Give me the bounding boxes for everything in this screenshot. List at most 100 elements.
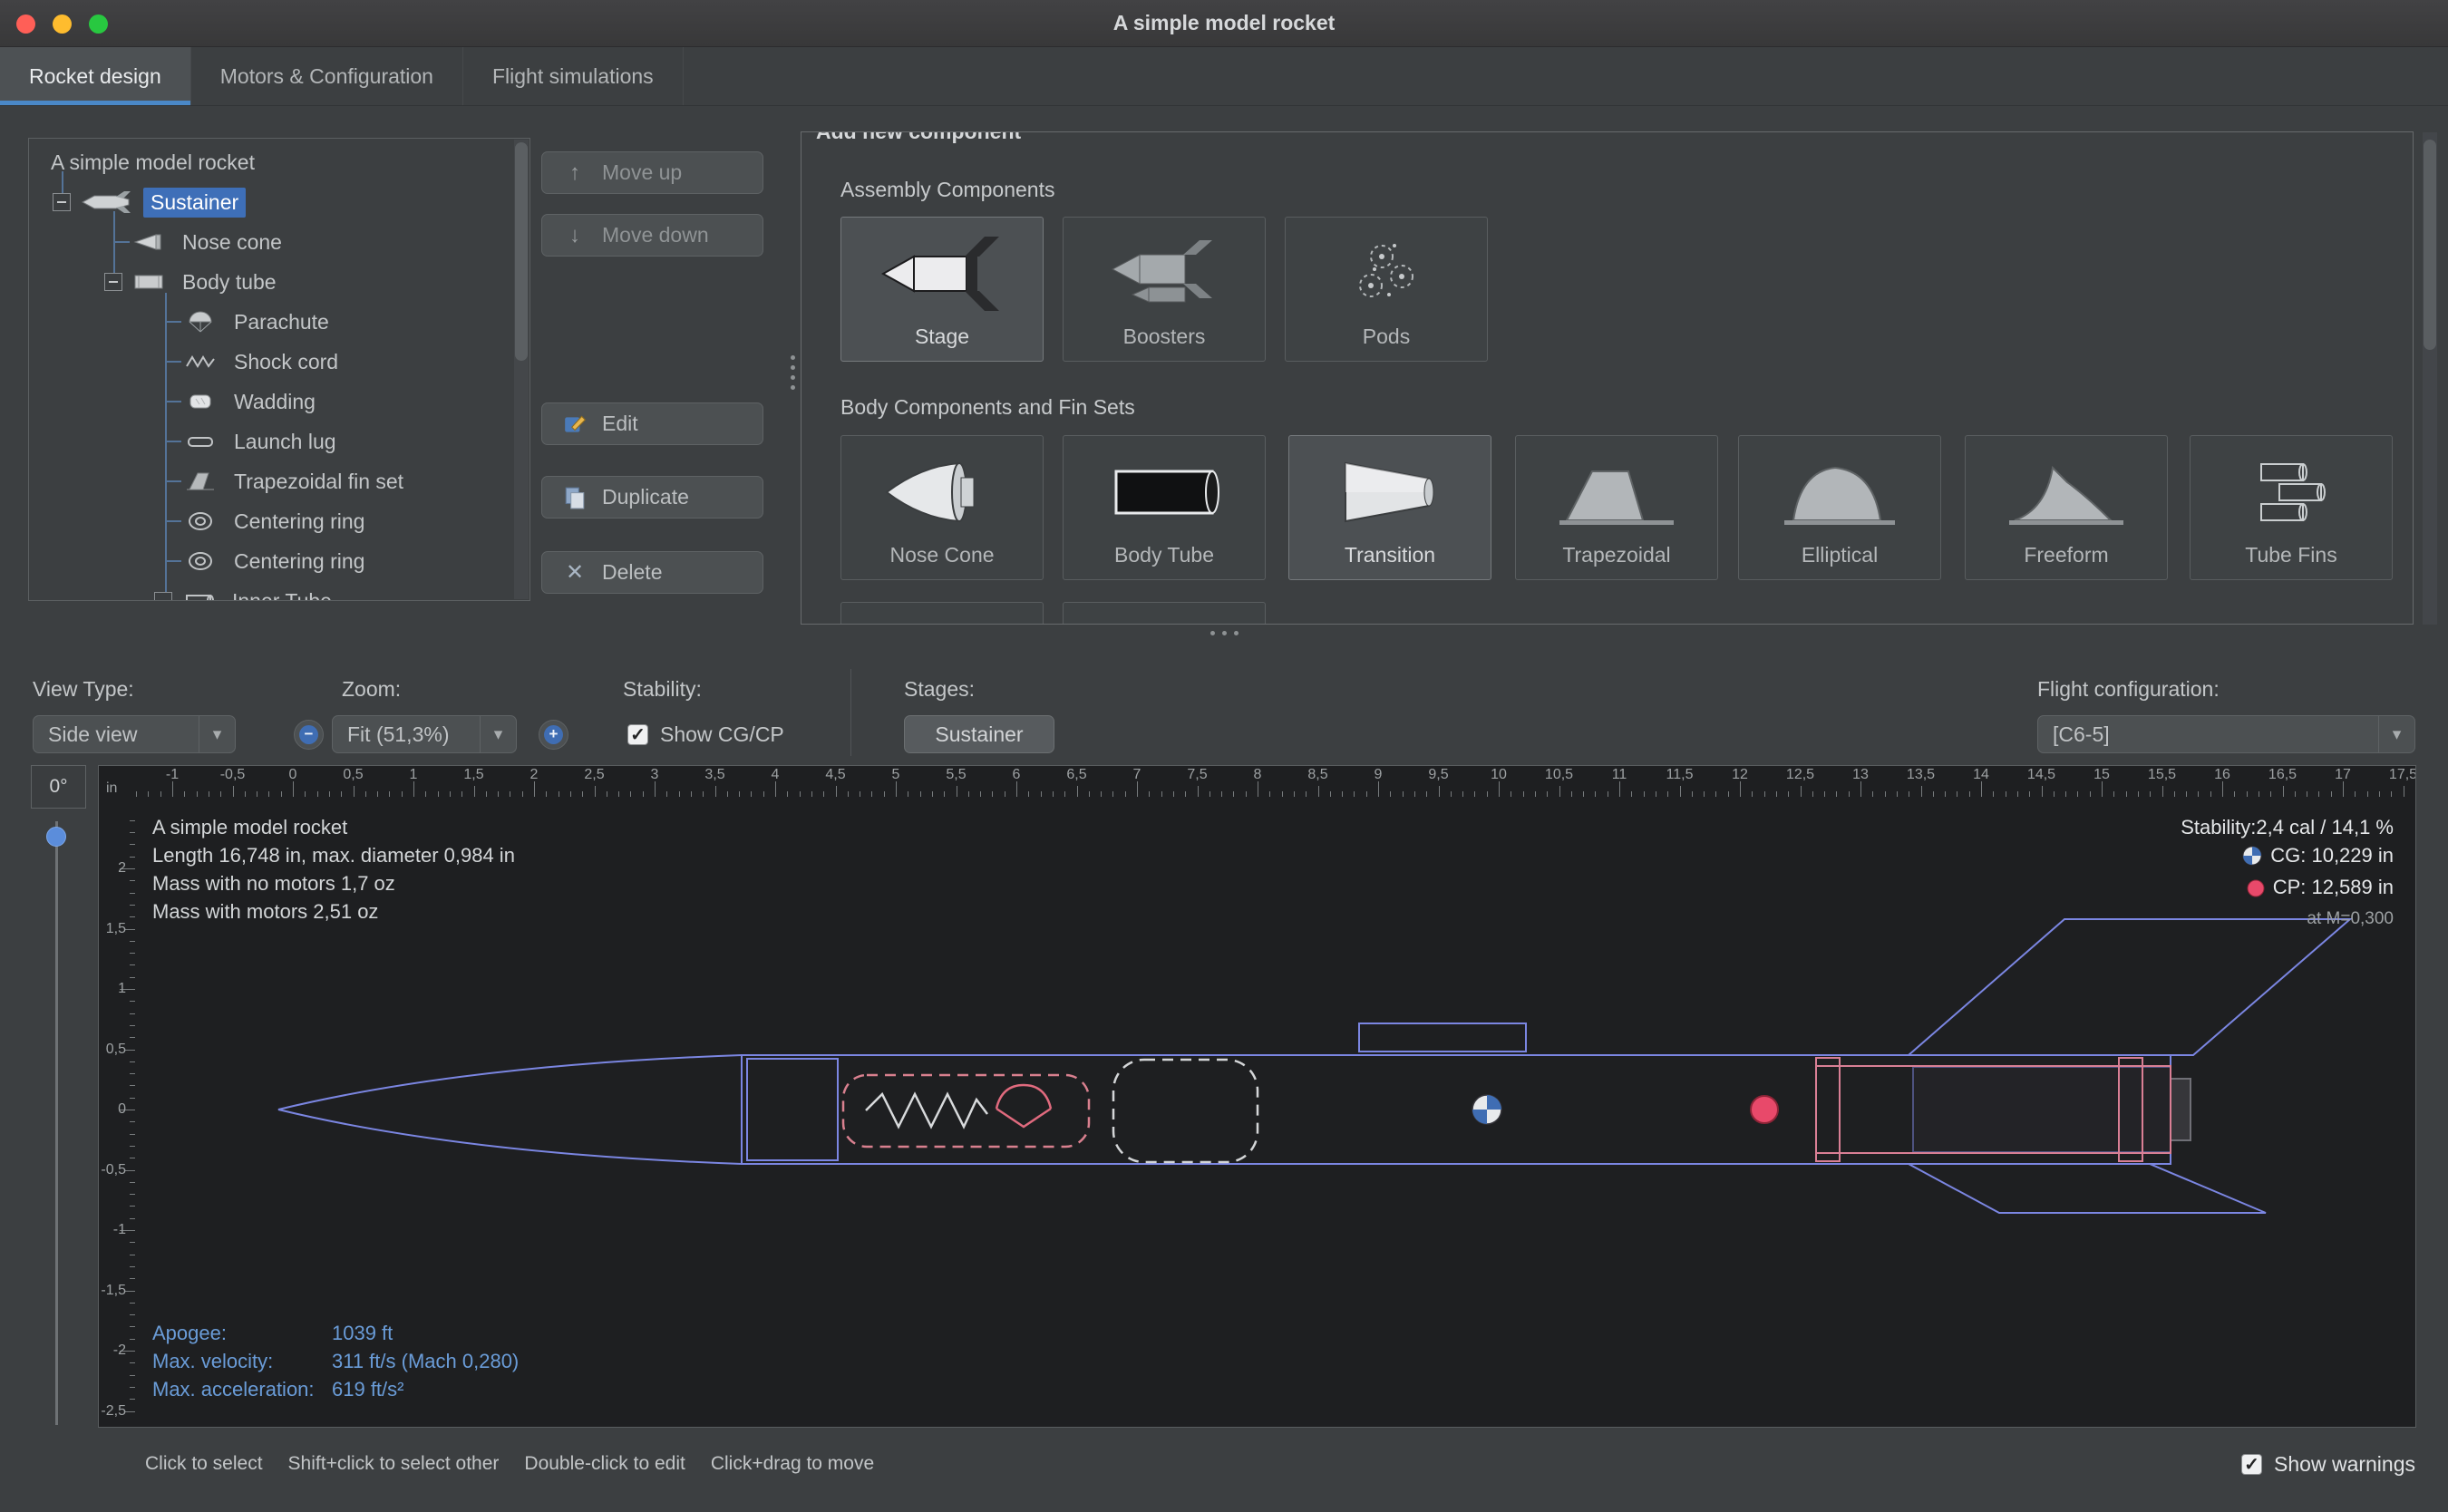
show-warnings-label: Show warnings	[2274, 1452, 2415, 1477]
tree-scrollbar-thumb[interactable]	[515, 142, 528, 361]
delete-button[interactable]: ✕ Delete	[541, 551, 763, 594]
cg-value: CG: 10,229 in	[2270, 844, 2394, 867]
transition-icon	[1289, 447, 1491, 538]
tree-item-shock-cord[interactable]: Shock cord	[29, 342, 510, 382]
add-stage-button[interactable]: Stage	[840, 217, 1044, 362]
shock-cord-icon	[185, 350, 216, 373]
show-cgcp-label: Show CG/CP	[660, 722, 784, 747]
stability-label: Stability:	[623, 677, 702, 702]
assembly-components-label: Assembly Components	[840, 178, 1055, 202]
flight-configuration-label: Flight configuration:	[2037, 677, 2220, 702]
tree-item-fin-set[interactable]: Trapezoidal fin set	[29, 461, 510, 501]
stage-icon	[841, 228, 1043, 319]
collapse-icon[interactable]	[154, 592, 172, 601]
component-tree: A simple model rocket Sustainer Nose con…	[28, 138, 530, 601]
add-transition-button[interactable]: Transition	[1288, 435, 1491, 580]
window-title: A simple model rocket	[1113, 11, 1336, 35]
zoom-in-button[interactable]: +	[539, 720, 568, 750]
status-bar: Click to select Shift+click to select ot…	[0, 1437, 2448, 1491]
move-down-button[interactable]: ↓ Move down	[541, 214, 763, 257]
close-window-icon[interactable]	[16, 15, 35, 34]
zoom-dropdown[interactable]: Fit (51,3%) ▾	[332, 715, 517, 753]
cp-icon	[2247, 877, 2265, 905]
add-tube-fins-button[interactable]: Tube Fins	[2190, 435, 2393, 580]
tree-item-centering-ring-2[interactable]: Centering ring	[29, 541, 510, 581]
cp-value: CP: 12,589 in	[2273, 876, 2394, 898]
splitter-handle-vertical[interactable]	[791, 355, 795, 390]
add-trapezoidal-fin-button[interactable]: Trapezoidal	[1515, 435, 1718, 580]
chevron-down-icon: ▾	[2378, 716, 2414, 752]
component-tile-partial[interactable]	[840, 602, 1044, 625]
maximize-window-icon[interactable]	[89, 15, 108, 34]
tube-fins-icon	[2191, 447, 2392, 538]
rotation-slider-track[interactable]	[55, 821, 58, 1425]
duplicate-copy-icon	[562, 486, 588, 509]
freeform-fin-icon	[1966, 447, 2167, 538]
move-up-button[interactable]: ↑ Move up	[541, 151, 763, 194]
stability-value: Stability:2,4 cal / 14,1 %	[2181, 813, 2394, 841]
edit-pencil-icon	[562, 412, 588, 436]
add-boosters-button[interactable]: Boosters	[1063, 217, 1266, 362]
elliptical-fin-icon	[1739, 447, 1940, 538]
stability-info-block: Stability:2,4 cal / 14,1 % CG: 10,229 in…	[2181, 813, 2394, 933]
add-freeform-fin-button[interactable]: Freeform	[1965, 435, 2168, 580]
tree-scrollbar[interactable]	[514, 140, 529, 599]
splitter-handle-horizontal[interactable]	[1210, 631, 1239, 635]
window-controls	[16, 15, 108, 34]
toolbar-divider	[850, 669, 851, 756]
nose-cone-big-icon	[841, 447, 1043, 538]
apogee-value: 1039 ft	[332, 1319, 393, 1347]
view-type-dropdown[interactable]: Side view ▾	[33, 715, 236, 753]
body-tube-big-icon	[1064, 447, 1265, 538]
show-warnings-row: ✓ Show warnings	[2241, 1452, 2415, 1477]
rotation-angle-field[interactable]: 0°	[31, 765, 86, 809]
minimize-window-icon[interactable]	[53, 15, 72, 34]
edit-button[interactable]: Edit	[541, 402, 763, 445]
add-pods-button[interactable]: Pods	[1285, 217, 1488, 362]
zoom-out-icon: −	[299, 725, 318, 744]
hint-text: Click to select Shift+click to select ot…	[145, 1453, 874, 1475]
add-elliptical-fin-button[interactable]: Elliptical	[1738, 435, 1941, 580]
flight-configuration-dropdown[interactable]: [C6-5] ▾	[2037, 715, 2415, 753]
title-bar: A simple model rocket	[0, 0, 2448, 47]
zoom-out-button[interactable]: −	[294, 720, 324, 750]
cg-marker	[1472, 1095, 1501, 1124]
panel-scrollbar[interactable]	[2423, 132, 2437, 625]
tree-item-wadding[interactable]: Wadding	[29, 382, 510, 422]
add-nose-cone-button[interactable]: Nose Cone	[840, 435, 1044, 580]
tree-item-nose-cone[interactable]: Nose cone	[29, 222, 510, 262]
show-warnings-checkbox[interactable]: ✓	[2241, 1454, 2262, 1475]
duplicate-button[interactable]: Duplicate	[541, 476, 763, 519]
centering-ring-icon	[185, 509, 216, 533]
rotation-slider-thumb[interactable]	[46, 827, 66, 847]
check-icon: ✓	[2242, 1455, 2261, 1474]
inner-tube-icon	[183, 589, 214, 601]
tree-item-parachute[interactable]: Parachute	[29, 302, 510, 342]
tab-bar: Rocket design Motors & Configuration Fli…	[0, 47, 2448, 106]
rocket-canvas[interactable]: -1-0,500,511,522,533,544,555,566,577,588…	[98, 765, 2416, 1428]
tree-item-launch-lug[interactable]: Launch lug	[29, 422, 510, 461]
acceleration-value: 619 ft/s²	[332, 1375, 403, 1403]
stage-sustainer-toggle[interactable]: Sustainer	[904, 715, 1054, 753]
component-tile-partial[interactable]	[1063, 602, 1266, 625]
show-cgcp-checkbox[interactable]: ✓	[627, 724, 648, 745]
tab-flight-simulations[interactable]: Flight simulations	[463, 47, 684, 105]
zoom-in-icon: +	[544, 725, 563, 744]
chevron-down-icon: ▾	[199, 716, 235, 752]
velocity-value: 311 ft/s (Mach 0,280)	[332, 1347, 519, 1375]
tree-item-sustainer[interactable]: Sustainer	[29, 182, 510, 222]
cp-marker	[1751, 1096, 1778, 1123]
tab-rocket-design[interactable]: Rocket design	[0, 47, 191, 105]
stages-label: Stages:	[904, 677, 975, 702]
panel-scrollbar-thumb[interactable]	[2424, 140, 2436, 350]
centering-ring-icon	[185, 549, 216, 573]
tree-item-inner-tube[interactable]: Inner Tube	[29, 581, 510, 601]
tree-item-centering-ring-1[interactable]: Centering ring	[29, 501, 510, 541]
arrow-down-icon: ↓	[562, 223, 588, 248]
tree-item-root[interactable]: A simple model rocket	[29, 142, 510, 182]
collapse-icon[interactable]	[53, 193, 71, 211]
tab-motors-configuration[interactable]: Motors & Configuration	[191, 47, 463, 105]
collapse-icon[interactable]	[104, 273, 122, 291]
add-body-tube-button[interactable]: Body Tube	[1063, 435, 1266, 580]
tree-item-body-tube[interactable]: Body tube	[29, 262, 510, 302]
